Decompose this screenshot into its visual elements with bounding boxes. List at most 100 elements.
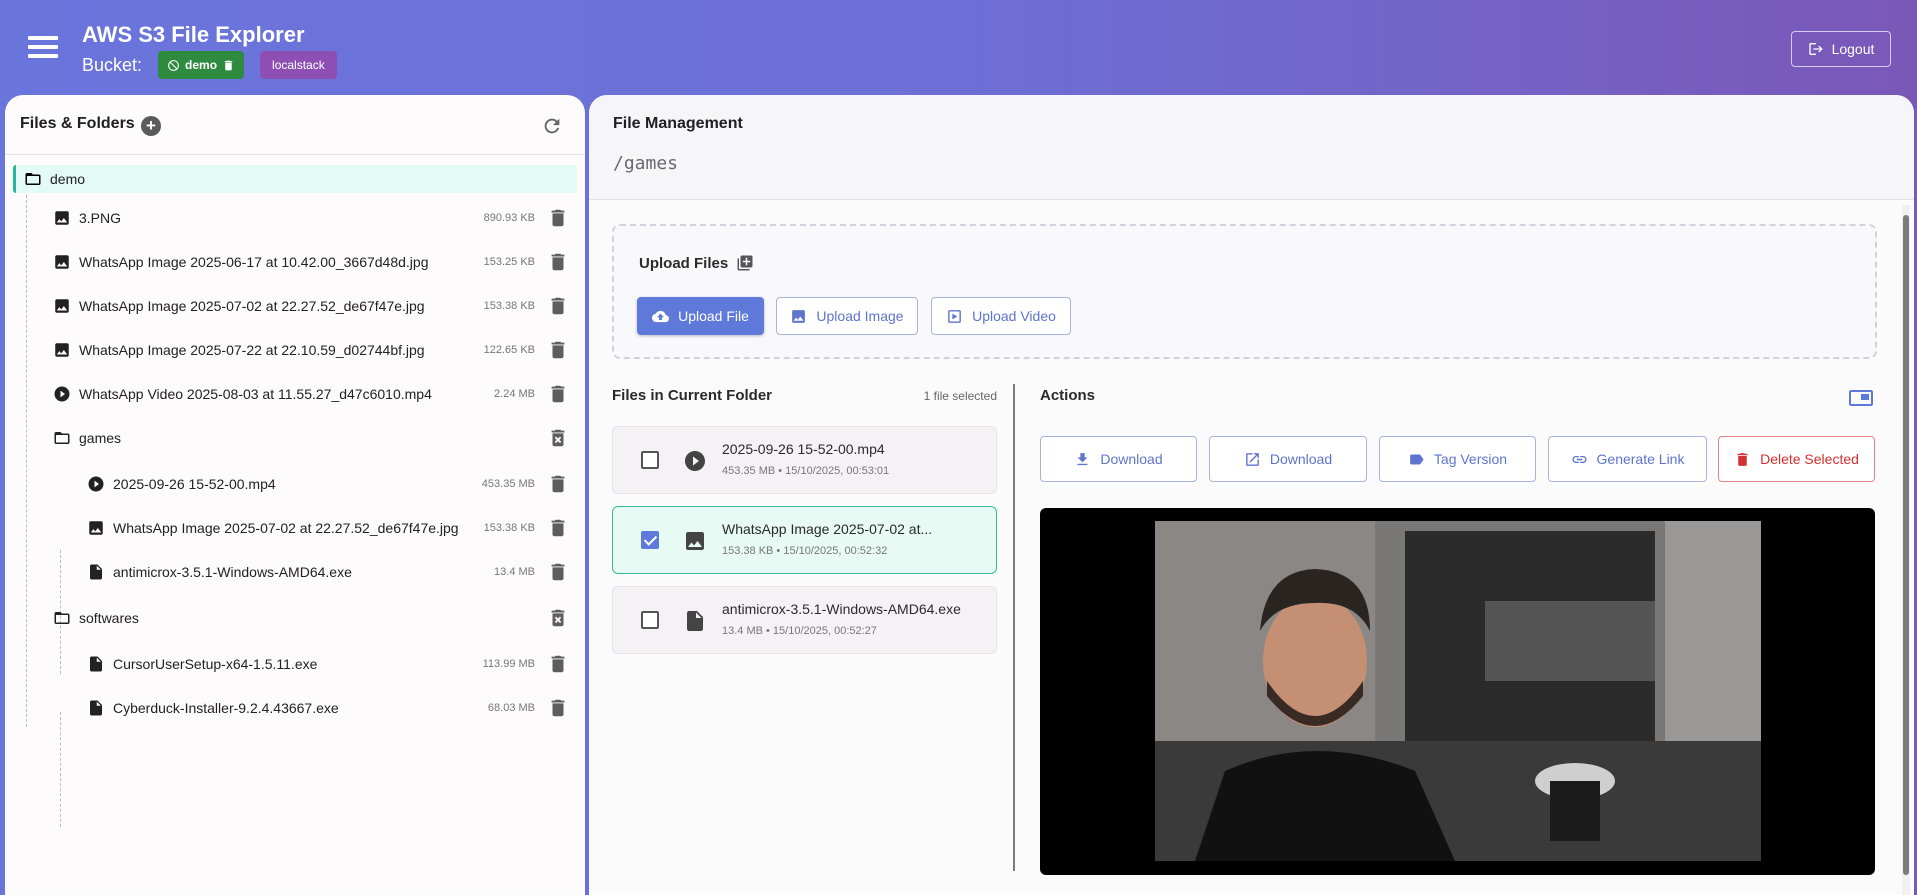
image-icon bbox=[790, 308, 807, 325]
app-header: AWS S3 File Explorer Bucket: demo locals… bbox=[0, 0, 1917, 95]
tree-item-label: 2025-09-26 15-52-00.mp4 bbox=[113, 476, 276, 492]
tree-item-size: 68.03 MB bbox=[487, 702, 535, 714]
tree-root-label: demo bbox=[50, 171, 86, 187]
files-tree-panel: Files & Folders + demo 3.PNG 890.93 KB W… bbox=[5, 95, 585, 895]
file-card-selected[interactable]: WhatsApp Image 2025-07-02 at... 153.38 K… bbox=[612, 506, 997, 574]
upload-title: Upload Files bbox=[639, 254, 754, 272]
download-button[interactable]: Download bbox=[1040, 436, 1197, 482]
upload-file-button[interactable]: Upload File bbox=[637, 297, 764, 335]
tree-item-label: WhatsApp Image 2025-07-22 at 22.10.59_d0… bbox=[79, 342, 425, 358]
file-management-panel: File Management /games Upload Files Uplo… bbox=[589, 95, 1914, 895]
delete-icon[interactable] bbox=[547, 473, 569, 495]
bucket-chip[interactable]: demo bbox=[158, 51, 245, 79]
tree-item[interactable]: WhatsApp Image 2025-07-02 at 22.27.52_de… bbox=[87, 506, 569, 550]
upload-image-label: Upload Image bbox=[816, 308, 904, 324]
no-cloud-icon bbox=[167, 59, 180, 72]
file-name: 2025-09-26 15-52-00.mp4 bbox=[722, 441, 885, 457]
bucket-row: Bucket: demo localstack bbox=[82, 51, 337, 79]
file-icon bbox=[87, 563, 105, 581]
tree-guide-line bbox=[60, 712, 61, 827]
tree-item[interactable]: Cyberduck-Installer-9.2.4.43667.exe 68.0… bbox=[87, 686, 569, 730]
tree-folder-softwares[interactable]: softwares bbox=[53, 596, 569, 640]
delete-icon[interactable] bbox=[547, 383, 569, 405]
image-icon bbox=[53, 253, 71, 271]
file-card[interactable]: 2025-09-26 15-52-00.mp4 453.35 MB • 15/1… bbox=[612, 426, 997, 494]
file-card[interactable]: antimicrox-3.5.1-Windows-AMD64.exe 13.4 … bbox=[612, 586, 997, 654]
delete-selected-button[interactable]: Delete Selected bbox=[1718, 436, 1875, 482]
tree-item-size: 890.93 KB bbox=[483, 212, 535, 224]
delete-icon[interactable] bbox=[547, 339, 569, 361]
tag-version-button[interactable]: Tag Version bbox=[1379, 436, 1536, 482]
file-meta: 453.35 MB • 15/10/2025, 00:53:01 bbox=[722, 465, 890, 477]
file-checkbox[interactable] bbox=[641, 531, 659, 549]
file-icon bbox=[683, 609, 707, 633]
file-meta: 13.4 MB • 15/10/2025, 00:52:27 bbox=[722, 625, 877, 637]
picture-in-picture-icon[interactable] bbox=[1849, 387, 1873, 407]
tree-item[interactable]: CursorUserSetup-x64-1.5.11.exe 113.99 MB bbox=[87, 642, 569, 686]
upload-title-label: Upload Files bbox=[639, 254, 729, 272]
tree-item[interactable]: WhatsApp Image 2025-07-22 at 22.10.59_d0… bbox=[53, 328, 569, 372]
scrollbar-thumb[interactable] bbox=[1903, 215, 1909, 875]
delete-bucket-icon[interactable] bbox=[222, 59, 235, 72]
actions-title: Actions bbox=[1040, 387, 1096, 404]
tree-item-size: 153.25 KB bbox=[483, 256, 535, 268]
tree-item[interactable]: WhatsApp Video 2025-08-03 at 11.55.27_d4… bbox=[53, 372, 569, 416]
panel-divider[interactable] bbox=[1013, 384, 1015, 871]
delete-icon[interactable] bbox=[547, 295, 569, 317]
tree-item[interactable]: WhatsApp Image 2025-07-02 at 22.27.52_de… bbox=[53, 284, 569, 328]
refresh-icon[interactable] bbox=[541, 115, 563, 137]
upload-dropzone[interactable]: Upload Files Upload File Upload Image Up… bbox=[612, 224, 1877, 359]
scrollbar[interactable] bbox=[1902, 205, 1910, 895]
current-path: /games bbox=[613, 153, 679, 174]
logout-label: Logout bbox=[1831, 41, 1875, 57]
cloud-upload-icon bbox=[652, 308, 669, 325]
image-icon bbox=[53, 209, 71, 227]
tree-root-folder[interactable]: demo bbox=[13, 165, 577, 193]
delete-icon[interactable] bbox=[547, 653, 569, 675]
file-checkbox[interactable] bbox=[641, 451, 659, 469]
link-icon bbox=[1571, 451, 1588, 468]
add-folder-icon[interactable]: + bbox=[141, 116, 161, 136]
tree-item-label: WhatsApp Image 2025-07-02 at 22.27.52_de… bbox=[113, 520, 459, 536]
delete-icon[interactable] bbox=[547, 251, 569, 273]
delete-icon[interactable] bbox=[547, 517, 569, 539]
storage-menu-icon[interactable] bbox=[28, 36, 58, 60]
download-open-button[interactable]: Download bbox=[1209, 436, 1367, 482]
tree-item-label: games bbox=[79, 430, 122, 446]
image-icon bbox=[53, 297, 71, 315]
tree-item-size: 122.65 KB bbox=[483, 344, 535, 356]
download-label: Download bbox=[1100, 451, 1163, 467]
tree-item-label: WhatsApp Image 2025-07-02 at 22.27.52_de… bbox=[79, 298, 425, 314]
upload-image-button[interactable]: Upload Image bbox=[776, 297, 918, 335]
tree-item-label: CursorUserSetup-x64-1.5.11.exe bbox=[113, 656, 318, 672]
folder-icon bbox=[24, 170, 42, 188]
tree-item[interactable]: antimicrox-3.5.1-Windows-AMD64.exe 13.4 … bbox=[87, 550, 569, 594]
file-name: WhatsApp Image 2025-07-02 at... bbox=[722, 521, 933, 537]
tree-item[interactable]: 2025-09-26 15-52-00.mp4 453.35 MB bbox=[87, 462, 569, 506]
open-in-new-icon bbox=[1244, 451, 1261, 468]
bucket-label: Bucket: bbox=[82, 54, 143, 75]
tree-item-label: WhatsApp Image 2025-06-17 at 10.42.00_36… bbox=[79, 254, 429, 270]
delete-folder-icon[interactable] bbox=[547, 427, 569, 449]
tree-item[interactable]: WhatsApp Image 2025-06-17 at 10.42.00_36… bbox=[53, 240, 569, 284]
folder-icon bbox=[53, 429, 71, 447]
tree-folder-games[interactable]: games bbox=[53, 416, 569, 460]
generate-link-label: Generate Link bbox=[1596, 451, 1685, 467]
video-icon bbox=[87, 475, 105, 493]
download-icon bbox=[1074, 451, 1091, 468]
tree-item-label: softwares bbox=[79, 610, 139, 626]
delete-folder-icon[interactable] bbox=[547, 607, 569, 629]
delete-icon[interactable] bbox=[547, 561, 569, 583]
tag-icon bbox=[1408, 451, 1425, 468]
delete-icon[interactable] bbox=[547, 697, 569, 719]
tree-item-label: Cyberduck-Installer-9.2.4.43667.exe bbox=[113, 700, 339, 716]
delete-icon[interactable] bbox=[547, 207, 569, 229]
generate-link-button[interactable]: Generate Link bbox=[1548, 436, 1707, 482]
video-icon bbox=[683, 449, 707, 473]
upload-video-button[interactable]: Upload Video bbox=[931, 297, 1071, 335]
logout-button[interactable]: Logout bbox=[1791, 31, 1891, 67]
tree-item[interactable]: 3.PNG 890.93 KB bbox=[53, 196, 569, 240]
management-header: File Management /games bbox=[589, 95, 1914, 200]
logout-icon bbox=[1808, 41, 1824, 57]
file-checkbox[interactable] bbox=[641, 611, 659, 629]
